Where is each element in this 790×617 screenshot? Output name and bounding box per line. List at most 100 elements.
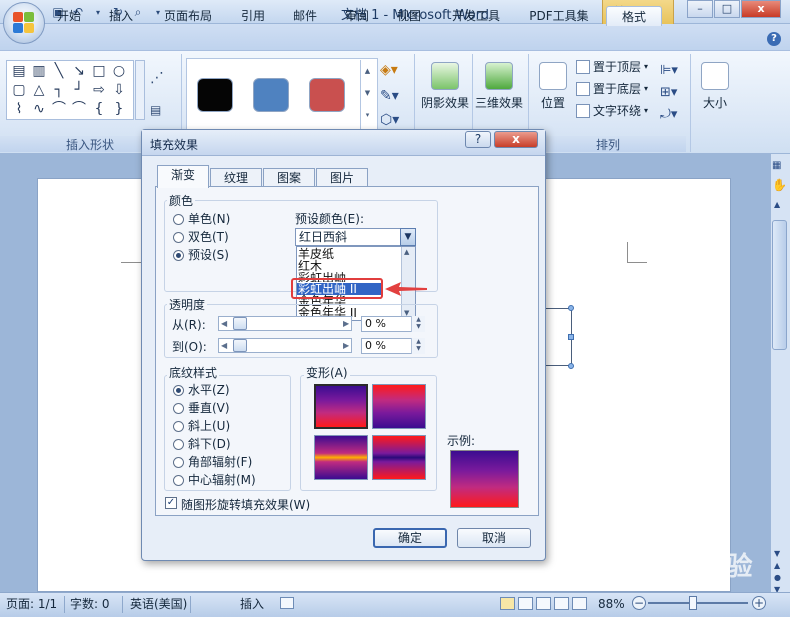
shape-style-red[interactable] bbox=[309, 78, 345, 112]
radio-vertical[interactable]: 垂直(V) bbox=[173, 400, 230, 416]
list-scroll-up-icon[interactable]: ▲ bbox=[404, 248, 409, 256]
tab-references[interactable]: 引用 bbox=[234, 6, 272, 26]
ok-button[interactable]: 确定 bbox=[373, 528, 447, 548]
ruler-toggle-icon[interactable]: ▦ bbox=[772, 160, 781, 171]
spin-arrows-icon[interactable]: ▲ ▼ bbox=[411, 338, 425, 354]
rectangle-shape-icon[interactable]: □ bbox=[89, 62, 109, 81]
radio-horizontal[interactable]: 水平(Z) bbox=[173, 382, 230, 398]
radio-button[interactable] bbox=[173, 249, 184, 261]
tab-pattern[interactable]: 图案 bbox=[263, 168, 315, 187]
shape-outline-icon[interactable]: ✎▾ bbox=[380, 88, 399, 104]
tab-insert[interactable]: 插入 bbox=[102, 6, 140, 26]
slider-right-icon[interactable]: ▶ bbox=[343, 341, 349, 350]
resize-handle[interactable] bbox=[568, 334, 574, 340]
resize-handle[interactable] bbox=[568, 305, 574, 311]
arrow-shape-icon[interactable]: ↘ bbox=[69, 62, 89, 81]
vertical-textbox-shape-icon[interactable]: ▥ bbox=[29, 62, 49, 81]
elbow-arrow-icon[interactable]: ┘ bbox=[69, 81, 89, 100]
shape-style-black[interactable] bbox=[197, 78, 233, 112]
radio-from-center[interactable]: 中心辐射(M) bbox=[173, 472, 256, 488]
elbow-connector-icon[interactable]: ┐ bbox=[49, 81, 69, 100]
print-layout-view-icon[interactable] bbox=[500, 597, 515, 610]
line-shape-icon[interactable]: ╲ bbox=[49, 62, 69, 81]
textbox-shape-icon[interactable]: ▤ bbox=[9, 62, 29, 81]
size-button[interactable]: 大小 bbox=[688, 62, 742, 111]
radio-button[interactable] bbox=[173, 213, 184, 225]
triangle-shape-icon[interactable]: △ bbox=[29, 81, 49, 100]
shape-fill-icon[interactable]: ◈▾ bbox=[380, 62, 398, 78]
outline-view-icon[interactable] bbox=[554, 597, 569, 610]
draw-textbox-icon[interactable]: ▤ bbox=[150, 103, 161, 117]
shape-style-blue[interactable] bbox=[253, 78, 289, 112]
page-count[interactable]: 页面: 1/1 bbox=[2, 596, 61, 613]
send-to-back-button[interactable]: 置于底层 ▾ bbox=[576, 80, 648, 98]
variant-2[interactable] bbox=[372, 384, 426, 429]
tab-picture[interactable]: 图片 bbox=[316, 168, 368, 187]
right-arrow-shape-icon[interactable]: ⇨ bbox=[89, 81, 109, 100]
shadow-effects-button[interactable]: 阴影效果 bbox=[418, 62, 472, 111]
maximize-button[interactable]: □ bbox=[714, 0, 740, 18]
slider-right-icon[interactable]: ▶ bbox=[343, 319, 349, 328]
insert-mode[interactable]: 插入 bbox=[236, 596, 268, 613]
tab-page-layout[interactable]: 页面布局 bbox=[156, 6, 220, 26]
radio-one-color[interactable]: 单色(N) bbox=[173, 211, 230, 227]
edit-shape-icon[interactable]: ⋰ bbox=[150, 70, 164, 86]
minimize-button[interactable]: – bbox=[687, 0, 713, 18]
radio-two-colors[interactable]: 双色(T) bbox=[173, 229, 229, 245]
zoom-slider-thumb[interactable] bbox=[689, 596, 697, 610]
pan-hand-icon[interactable]: ✋ bbox=[772, 178, 787, 192]
align-icon[interactable]: ⊫▾ bbox=[660, 60, 678, 82]
scroll-down-icon[interactable]: ▼ bbox=[774, 548, 781, 560]
cancel-button[interactable]: 取消 bbox=[457, 528, 531, 548]
prev-page-icon[interactable]: ▲ bbox=[774, 560, 781, 572]
shapes-gallery-scroll[interactable] bbox=[135, 60, 145, 120]
draft-view-icon[interactable] bbox=[572, 597, 587, 610]
tab-developer[interactable]: 开发工具 bbox=[444, 6, 508, 26]
zoom-in-icon[interactable]: + bbox=[752, 596, 766, 610]
arc-shape-icon[interactable]: ⌒ bbox=[49, 100, 69, 119]
radio-button[interactable] bbox=[173, 384, 184, 396]
shapes-gallery[interactable]: ▤ ▥ ╲ ↘ □ ○ ▢ △ ┐ ┘ ⇨ ⇩ ⌇ ∿ ⌒ ⌒ { } bbox=[6, 60, 134, 120]
zoom-out-icon[interactable]: − bbox=[632, 596, 646, 610]
radio-button[interactable] bbox=[173, 231, 184, 243]
down-arrow-shape-icon[interactable]: ⇩ bbox=[109, 81, 129, 100]
radio-diagonal-up[interactable]: 斜上(U) bbox=[173, 418, 230, 434]
slider-left-icon[interactable]: ◀ bbox=[221, 319, 227, 328]
tab-home[interactable]: 开始 bbox=[50, 6, 88, 26]
radio-diagonal-down[interactable]: 斜下(D) bbox=[173, 436, 231, 452]
rotate-icon[interactable]: ⤾▾ bbox=[660, 104, 678, 126]
web-layout-icon[interactable] bbox=[536, 597, 551, 610]
tab-view[interactable]: 视图 bbox=[390, 6, 428, 26]
left-brace-shape-icon[interactable]: { bbox=[89, 100, 109, 119]
transparency-to-thumb[interactable] bbox=[233, 339, 247, 352]
dialog-help-button[interactable]: ? bbox=[465, 131, 491, 148]
tab-pdf-tools[interactable]: PDF工具集 bbox=[522, 6, 596, 26]
preset-colors-combo[interactable]: 红日西斜 bbox=[295, 228, 401, 246]
curve-shape-icon[interactable]: ∿ bbox=[29, 100, 49, 119]
rotate-with-shape-checkbox[interactable]: ✓ bbox=[165, 497, 177, 509]
variant-3[interactable] bbox=[314, 435, 368, 480]
position-button[interactable]: 位置 bbox=[526, 62, 580, 111]
browse-object-icon[interactable]: ● bbox=[774, 572, 781, 584]
office-button[interactable] bbox=[3, 2, 45, 44]
spin-arrows-icon[interactable]: ▲ ▼ bbox=[411, 316, 425, 332]
radio-button[interactable] bbox=[173, 456, 184, 468]
full-screen-reading-icon[interactable] bbox=[518, 597, 533, 610]
vertical-scroll-thumb[interactable] bbox=[772, 220, 787, 350]
change-shape-icon[interactable]: ⬡▾ bbox=[380, 112, 399, 128]
group-objects-icon[interactable]: ⊞▾ bbox=[660, 82, 678, 104]
radio-button[interactable] bbox=[173, 420, 184, 432]
tab-texture[interactable]: 纹理 bbox=[210, 168, 262, 187]
right-brace-shape-icon[interactable]: } bbox=[109, 100, 129, 119]
tab-format[interactable]: 格式 bbox=[606, 6, 662, 26]
variant-4[interactable] bbox=[372, 435, 426, 480]
dialog-close-button[interactable]: x bbox=[494, 131, 538, 148]
variant-1[interactable] bbox=[314, 384, 368, 429]
slider-left-icon[interactable]: ◀ bbox=[221, 341, 227, 350]
tab-gradient[interactable]: 渐变 bbox=[157, 165, 209, 188]
help-icon[interactable]: ? bbox=[767, 32, 781, 46]
styles-gallery-scroll[interactable]: ▲ ▼ ▾ bbox=[360, 60, 374, 130]
close-button[interactable]: x bbox=[741, 0, 781, 18]
transparency-from-thumb[interactable] bbox=[233, 317, 247, 330]
text-wrapping-button[interactable]: 文字环绕 ▾ bbox=[576, 102, 648, 120]
